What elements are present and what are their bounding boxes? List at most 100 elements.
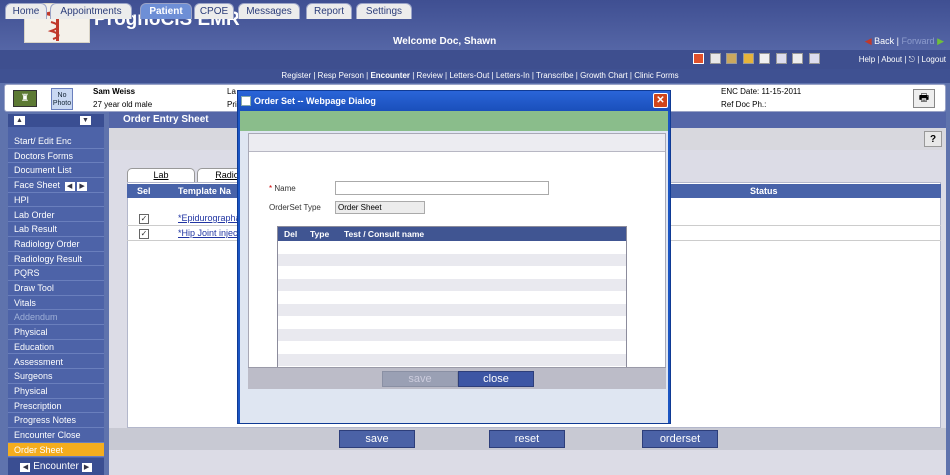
chevron-right-icon[interactable]: ▶ bbox=[81, 463, 92, 472]
mail-icon[interactable] bbox=[792, 53, 804, 64]
nav-progress-notes[interactable]: Progress Notes bbox=[8, 413, 104, 428]
row-checkbox[interactable]: ✓ bbox=[139, 214, 149, 224]
ordertype-field[interactable]: Order Sheet bbox=[335, 201, 425, 214]
forward-link[interactable]: Forward bbox=[902, 36, 935, 46]
orderset-button[interactable]: orderset bbox=[642, 430, 718, 448]
subnav-register[interactable]: Register bbox=[281, 71, 311, 80]
template-link[interactable]: *Hip Joint inject bbox=[178, 228, 240, 238]
leftnav-collapse-bar: ▲ ▼ bbox=[8, 114, 104, 127]
patient-photo: No Photo bbox=[51, 88, 73, 110]
subnav-growth-chart[interactable]: Growth Chart bbox=[580, 71, 628, 80]
dialog-form: * Name OrderSet Type Order Sheet Del Typ… bbox=[248, 133, 666, 381]
nav-lab-order[interactable]: Lab Order bbox=[8, 208, 104, 223]
nav-prescription[interactable]: Prescription bbox=[8, 399, 104, 414]
save-button[interactable]: save bbox=[339, 430, 415, 448]
grid-col-type: Type bbox=[310, 229, 330, 239]
document-icon[interactable] bbox=[775, 53, 787, 64]
back-forward-nav[interactable]: ◀ Back | Forward ▶ bbox=[865, 36, 944, 47]
tab-cpoe[interactable]: CPOE bbox=[194, 3, 234, 19]
dialog-titlebar[interactable]: Order Set -- Webpage Dialog bbox=[238, 91, 670, 111]
nav-radiology-order[interactable]: Radiology Order bbox=[8, 237, 104, 252]
nav-education[interactable]: Education bbox=[8, 340, 104, 355]
back-arrow-icon: ◀ bbox=[864, 36, 872, 46]
subnav-review[interactable]: Review bbox=[417, 71, 443, 80]
nav-order-sheet[interactable]: Order Sheet bbox=[8, 442, 104, 458]
nav-draw-tool[interactable]: Draw Tool bbox=[8, 281, 104, 296]
chevron-left-icon[interactable]: ◀ bbox=[20, 463, 31, 472]
back-link[interactable]: Back | bbox=[874, 36, 899, 46]
subnav-encounter[interactable]: Encounter bbox=[370, 71, 410, 80]
patient-name[interactable]: Sam Weiss bbox=[93, 87, 135, 96]
grid-row bbox=[278, 341, 626, 354]
nav-surgeons[interactable]: Surgeons bbox=[8, 369, 104, 384]
name-label: * Name bbox=[269, 184, 296, 193]
patient-label-pri: Pri bbox=[227, 100, 237, 109]
nav-physical-2[interactable]: Physical bbox=[8, 384, 104, 399]
nav-encounter-close[interactable]: Encounter Close bbox=[8, 428, 104, 443]
help-link[interactable]: Help bbox=[859, 55, 875, 64]
top-links: Help | About | ⎋ | Logout bbox=[858, 55, 946, 64]
tab-patient[interactable]: Patient bbox=[140, 3, 192, 19]
nav-vitals[interactable]: Vitals bbox=[8, 296, 104, 311]
subnav-clinic-forms[interactable]: Clinic Forms bbox=[634, 71, 678, 80]
chevron-down-icon[interactable]: ▼ bbox=[80, 116, 91, 125]
forward-arrow-icon: ▶ bbox=[937, 36, 944, 46]
nav-lab-result[interactable]: Lab Result bbox=[8, 222, 104, 237]
tab-appointments[interactable]: Appointments bbox=[50, 3, 132, 19]
subtab-lab[interactable]: Lab bbox=[127, 168, 195, 182]
template-link[interactable]: *Epidurographa bbox=[178, 213, 241, 223]
patient-summary-icon[interactable]: ♜ bbox=[13, 90, 37, 107]
doctor-icon[interactable] bbox=[759, 53, 771, 64]
user-icon[interactable] bbox=[742, 53, 754, 64]
tab-home[interactable]: Home bbox=[5, 3, 47, 19]
about-link[interactable]: About bbox=[881, 55, 902, 64]
nav-pqrs[interactable]: PQRS bbox=[8, 266, 104, 281]
people-icon[interactable] bbox=[726, 53, 738, 64]
grid-header: Del Type Test / Consult name bbox=[278, 227, 626, 241]
nav-physical[interactable]: Physical bbox=[8, 325, 104, 340]
help-button[interactable]: ? bbox=[924, 131, 942, 147]
tab-messages[interactable]: Messages bbox=[238, 3, 300, 19]
chevron-up-icon[interactable]: ▲ bbox=[14, 116, 25, 125]
chevron-right-icon[interactable]: ▶ bbox=[77, 182, 88, 192]
nav-addendum: Addendum bbox=[8, 310, 104, 326]
order-set-dialog: Order Set -- Webpage Dialog ✕ * Name Ord… bbox=[237, 90, 671, 424]
row-checkbox[interactable]: ✓ bbox=[139, 229, 149, 239]
grid-row bbox=[278, 266, 626, 279]
dialog-close-button[interactable]: close bbox=[458, 371, 534, 387]
col-sel: Sel bbox=[137, 186, 151, 196]
subnav-transcribe[interactable]: Transcribe bbox=[536, 71, 574, 80]
tab-settings[interactable]: Settings bbox=[356, 3, 412, 19]
nav-start-edit-enc[interactable]: Start/ Edit Enc bbox=[8, 134, 104, 149]
search-icon[interactable] bbox=[809, 53, 820, 64]
ie-icon bbox=[241, 96, 251, 106]
sub-navigation: Register | Resp Person | Encounter | Rev… bbox=[0, 69, 950, 83]
name-input[interactable] bbox=[335, 181, 549, 195]
dialog-save-button[interactable]: save bbox=[382, 371, 458, 387]
dialog-banner bbox=[240, 111, 668, 131]
nav-assessment[interactable]: Assessment bbox=[8, 355, 104, 370]
patient-label-la: La bbox=[227, 87, 236, 96]
subnav-letters-in[interactable]: Letters-In bbox=[496, 71, 530, 80]
ordertype-label: OrderSet Type bbox=[269, 203, 321, 212]
chevron-left-icon[interactable]: ◀ bbox=[64, 182, 75, 192]
printer-icon[interactable]: 🖶 bbox=[913, 89, 935, 108]
leftnav-encounter-footer[interactable]: ◀ Encounter ▶ bbox=[8, 458, 104, 475]
dialog-body: * Name OrderSet Type Order Sheet Del Typ… bbox=[240, 111, 668, 423]
reset-button[interactable]: reset bbox=[489, 430, 565, 448]
nav-doctors-forms[interactable]: Doctors Forms bbox=[8, 149, 104, 164]
subnav-resp-person[interactable]: Resp Person bbox=[318, 71, 364, 80]
home-icon[interactable] bbox=[693, 53, 705, 64]
tab-report[interactable]: Report bbox=[306, 3, 352, 19]
subnav-letters-out[interactable]: Letters-Out bbox=[449, 71, 489, 80]
calendar-icon[interactable] bbox=[709, 53, 721, 64]
col-template-name: Template Na bbox=[178, 186, 231, 196]
nav-radiology-result[interactable]: Radiology Result bbox=[8, 252, 104, 267]
nav-face-sheet[interactable]: Face Sheet ◀ ▶ bbox=[8, 178, 104, 193]
nav-document-list[interactable]: Document List bbox=[8, 163, 104, 179]
toolbar-icons bbox=[693, 53, 820, 66]
grid-row bbox=[278, 303, 626, 316]
close-icon[interactable]: ✕ bbox=[653, 93, 668, 108]
logout-link[interactable]: Logout bbox=[922, 55, 946, 64]
nav-hpi[interactable]: HPI bbox=[8, 193, 104, 208]
